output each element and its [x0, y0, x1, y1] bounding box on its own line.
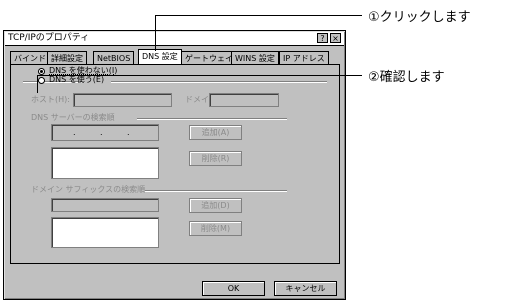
domain-suffix-line — [145, 190, 287, 192]
domain-suffix-list[interactable] — [51, 217, 159, 248]
dialog-title: TCP/IPのプロパティ — [8, 33, 90, 43]
tab-ip-address[interactable]: IP アドレス — [279, 51, 329, 64]
domain-suffix-label: ドメイン サフィックスの検索順 — [31, 185, 146, 194]
domain-suffix-field[interactable] — [51, 198, 159, 212]
tab-netbios[interactable]: NetBIOS — [93, 51, 135, 64]
remove-dns-server-button[interactable]: 削除(R) — [189, 151, 242, 166]
cancel-button[interactable]: キャンセル — [274, 281, 337, 296]
tab-gateway[interactable]: ゲートウェイ — [181, 51, 237, 64]
host-field[interactable] — [73, 93, 172, 107]
callout-2-leader-vertical — [37, 75, 38, 93]
ip-dot-2: . — [100, 128, 103, 137]
callout-2-text: ②確認します — [368, 70, 445, 85]
dns-disable-radio[interactable] — [38, 68, 45, 75]
tab-bind[interactable]: バインド — [10, 51, 50, 64]
domain-field[interactable] — [209, 93, 279, 107]
tcpip-properties-dialog: TCP/IPのプロパティ ? × バインド 詳細設定 NetBIOS DNS 設… — [3, 30, 346, 300]
title-bar: TCP/IPのプロパティ ? × — [5, 32, 344, 46]
dns-search-order-label: DNS サーバーの検索順 — [31, 113, 115, 122]
callout-2-leader-horizontal — [37, 75, 362, 76]
tab-wins-settings[interactable]: WINS 設定 — [231, 51, 279, 64]
dns-server-ip-field[interactable]: . . . — [51, 124, 159, 141]
dns-enable-radio[interactable] — [38, 77, 45, 84]
group-line-right — [111, 81, 327, 83]
callout-1-leader-vertical — [155, 15, 156, 51]
dns-enable-label: DNS を使う(E) — [49, 75, 105, 84]
callout-1-leader-horizontal — [155, 15, 362, 16]
dns-search-order-line — [137, 118, 287, 120]
remove-domain-suffix-button[interactable]: 削除(M) — [189, 221, 242, 236]
dns-server-list[interactable] — [51, 147, 159, 179]
add-dns-server-button[interactable]: 追加(A) — [189, 125, 242, 140]
dns-settings-panel: DNS を使わない(I) DNS を使う(E) ホスト(H): ドメイン(O):… — [10, 64, 340, 264]
tab-advanced[interactable]: 詳細設定 — [47, 51, 87, 64]
ip-dot-1: . — [73, 128, 76, 137]
host-label: ホスト(H): — [31, 95, 70, 104]
ok-button[interactable]: OK — [202, 281, 265, 296]
tab-dns-settings[interactable]: DNS 設定 — [138, 49, 182, 65]
close-button[interactable]: × — [330, 33, 341, 43]
callout-1-text: ①クリックします — [368, 10, 471, 25]
help-button[interactable]: ? — [317, 33, 328, 43]
ip-dot-3: . — [127, 128, 130, 137]
add-domain-suffix-button[interactable]: 追加(D) — [189, 198, 242, 213]
